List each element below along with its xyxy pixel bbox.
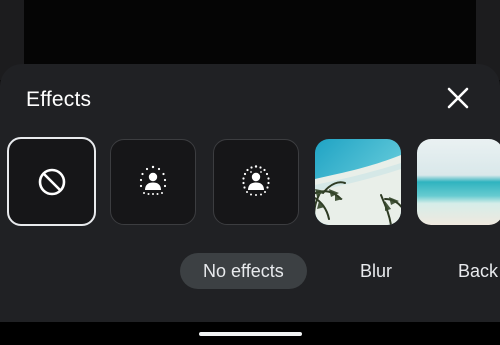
effect-category-tabs: No effects Blur Back <box>0 253 500 289</box>
effect-tile-blur-strong[interactable] <box>213 139 299 225</box>
gesture-handle[interactable] <box>199 332 302 336</box>
sheet-title: Effects <box>26 88 92 111</box>
effect-tile-none[interactable] <box>7 137 96 226</box>
system-navigation-bar <box>0 322 500 345</box>
no-effects-icon <box>38 168 65 195</box>
person-blur-strong-icon <box>242 165 270 196</box>
effect-tile-blur-light[interactable] <box>110 139 196 225</box>
ocean-background <box>417 139 500 225</box>
close-button[interactable] <box>444 84 472 112</box>
tab-backgrounds[interactable]: Back <box>458 253 498 289</box>
effects-screen: Effects No effects Blur Back <box>0 0 500 345</box>
tab-no-effects[interactable]: No effects <box>180 253 307 289</box>
beach-palm-background <box>315 139 401 225</box>
close-icon <box>447 87 469 109</box>
person-blur-light-icon <box>139 165 167 195</box>
tab-blur[interactable]: Blur <box>360 253 392 289</box>
effect-tile-background-beach[interactable] <box>315 139 401 225</box>
effect-tile-background-ocean[interactable] <box>417 139 500 225</box>
